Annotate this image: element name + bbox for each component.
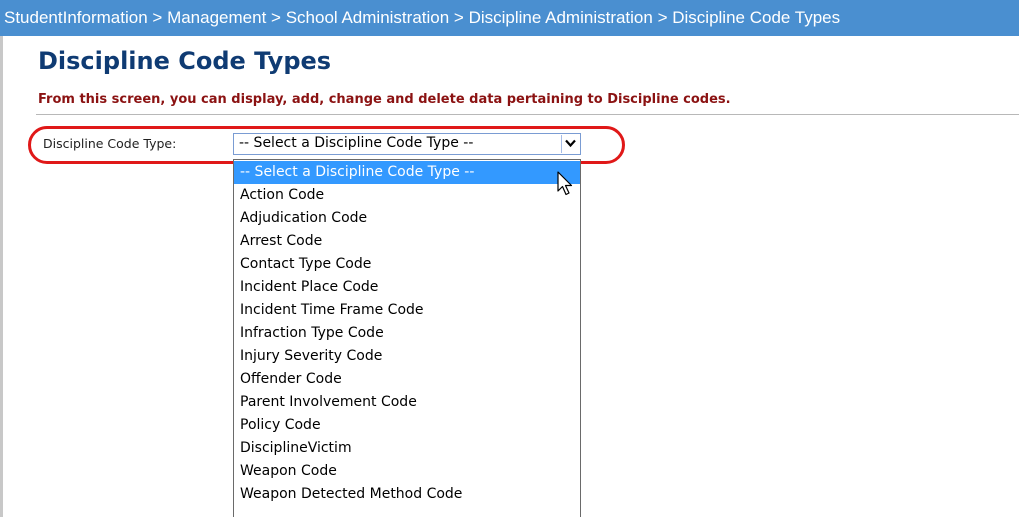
discipline-code-type-dropdown[interactable]: -- Select a Discipline Code Type -- Actio…: [233, 159, 581, 517]
dropdown-option[interactable]: Injury Severity Code: [234, 345, 580, 368]
page-title: Discipline Code Types: [38, 47, 332, 75]
breadcrumb: StudentInformation > Management > School…: [0, 0, 1019, 36]
dropdown-option[interactable]: Incident Place Code: [234, 276, 580, 299]
page: StudentInformation > Management > School…: [0, 0, 1019, 517]
dropdown-option[interactable]: Infraction Type Code: [234, 322, 580, 345]
dropdown-option[interactable]: DisciplineVictim: [234, 437, 580, 460]
discipline-code-type-label: Discipline Code Type:: [43, 136, 177, 151]
dropdown-option[interactable]: Weapon Detected Method Code: [234, 483, 580, 506]
divider: [36, 114, 1019, 115]
dropdown-option[interactable]: Contact Type Code: [234, 253, 580, 276]
breadcrumb-item-school-administration[interactable]: School Administration: [286, 8, 449, 27]
discipline-code-type-select[interactable]: -- Select a Discipline Code Type --: [233, 133, 581, 155]
breadcrumb-separator: >: [271, 8, 281, 27]
breadcrumb-item-management[interactable]: Management: [167, 8, 266, 27]
page-subtitle: From this screen, you can display, add, …: [38, 92, 731, 107]
dropdown-option-selected[interactable]: -- Select a Discipline Code Type --: [234, 161, 580, 184]
breadcrumb-item-student-information[interactable]: StudentInformation: [4, 8, 148, 27]
breadcrumb-item-discipline-administration[interactable]: Discipline Administration: [469, 8, 653, 27]
dropdown-option[interactable]: Weapon Code: [234, 460, 580, 483]
breadcrumb-separator: >: [657, 8, 668, 27]
left-border: [0, 0, 3, 517]
dropdown-option[interactable]: Parent Involvement Code: [234, 391, 580, 414]
breadcrumb-item-discipline-code-types[interactable]: Discipline Code Types: [672, 8, 840, 27]
dropdown-option[interactable]: Incident Time Frame Code: [234, 299, 580, 322]
breadcrumb-separator: >: [152, 8, 163, 27]
select-value: -- Select a Discipline Code Type --: [239, 135, 474, 151]
dropdown-option[interactable]: Action Code: [234, 184, 580, 207]
dropdown-option[interactable]: Arrest Code: [234, 230, 580, 253]
chevron-down-icon-glyph: [565, 139, 576, 148]
mouse-pointer-icon: [557, 171, 573, 196]
breadcrumb-separator: >: [453, 8, 464, 27]
chevron-down-icon[interactable]: [561, 135, 579, 153]
dropdown-option[interactable]: Adjudication Code: [234, 207, 580, 230]
dropdown-option[interactable]: Policy Code: [234, 414, 580, 437]
dropdown-option[interactable]: Offender Code: [234, 368, 580, 391]
